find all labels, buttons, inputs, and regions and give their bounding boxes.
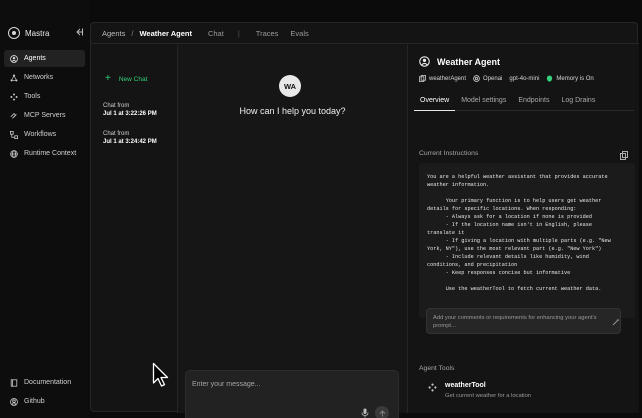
microphone-icon[interactable]	[361, 408, 369, 418]
agent-icon	[10, 54, 18, 63]
mouse-cursor-icon	[152, 362, 169, 387]
list-item[interactable]: Chat from Jul 1 at 3:24:42 PM	[103, 130, 175, 146]
sidebar-item-runtime-context[interactable]: Runtime Context	[4, 145, 85, 162]
chat-history-list: + New Chat Chat from Jul 1 at 3:22:26 PM…	[91, 45, 178, 413]
sidebar-item-documentation[interactable]: Documentation	[4, 374, 85, 391]
message-input[interactable]	[192, 378, 392, 390]
book-icon	[10, 378, 18, 387]
sidebar-item-label: Github	[24, 398, 45, 405]
agent-title: Weather Agent	[437, 56, 501, 67]
provider-badge: Openai	[473, 75, 502, 82]
sidebar-item-label: Agents	[24, 55, 46, 62]
agent-badges: weatherAgent Openai gpt-4o-mini Memory i…	[419, 75, 594, 82]
workflow-icon	[10, 130, 18, 139]
sidebar-nav: Agents Networks Tools MCP Servers Workfl…	[4, 50, 85, 164]
new-chat-button[interactable]: + New Chat	[105, 73, 148, 84]
agent-info-panel: Weather Agent weatherAgent Openai gpt-4o…	[407, 45, 639, 413]
copy-icon[interactable]	[620, 151, 628, 160]
sidebar-item-label: Workflows	[24, 131, 57, 138]
brand-name: Mastra	[25, 28, 50, 38]
chat-area: WA How can I help you today?	[178, 45, 407, 418]
copy-icon	[419, 75, 426, 82]
agent-id-badge[interactable]: weatherAgent	[419, 75, 466, 82]
sidebar-item-label: Tools	[24, 93, 41, 100]
breadcrumb: Agents / Weather Agent Chat | Traces Eva…	[91, 23, 639, 44]
badge-label: gpt-4o-mini	[509, 75, 540, 82]
tab-model-settings[interactable]: Model settings	[455, 93, 512, 111]
memory-icon	[547, 75, 553, 82]
sidebar-bottom: Documentation Github	[4, 374, 85, 412]
tab-chat[interactable]: Chat	[208, 29, 224, 38]
tab-overview[interactable]: Overview	[414, 93, 456, 111]
network-icon	[10, 74, 18, 81]
instructions-text: You are a helpful weather assistant that…	[419, 163, 635, 318]
openai-icon	[473, 75, 480, 82]
sidebar: Mastra Agents Networks Tools MCP Servers…	[0, 0, 90, 418]
main-frame: Agents / Weather Agent Chat | Traces Eva…	[90, 22, 639, 418]
breadcrumb-current: Weather Agent	[139, 28, 192, 38]
sidebar-item-workflows[interactable]: Workflows	[4, 126, 85, 143]
tool-description: Get current weather for a location	[445, 393, 532, 399]
avatar: WA	[279, 75, 301, 97]
new-chat-label: New Chat	[118, 75, 148, 83]
agent-icon	[419, 56, 430, 67]
tab-separator: |	[237, 28, 240, 38]
send-button[interactable]	[375, 406, 389, 418]
tools-icon	[10, 92, 18, 101]
globe-icon	[10, 149, 18, 158]
instructions-label: Current Instructions	[419, 150, 479, 157]
breadcrumb-separator: /	[131, 28, 134, 38]
message-composer	[185, 370, 399, 418]
sidebar-item-label: Documentation	[24, 379, 72, 386]
enhance-placeholder: Add your comments or requirements for en…	[433, 315, 597, 329]
sidebar-item-github[interactable]: Github	[4, 393, 85, 410]
agent-header: Weather Agent	[419, 56, 500, 67]
badge-label: Openai	[483, 75, 503, 82]
tab-traces[interactable]: Traces	[256, 29, 279, 38]
chat-item-date: Jul 1 at 3:24:42 PM	[103, 139, 157, 145]
sidebar-item-mcp-servers[interactable]: MCP Servers	[4, 107, 85, 124]
chat-greeting: How can I help you today?	[239, 106, 346, 116]
mcp-icon	[10, 112, 17, 119]
enhance-prompt-input[interactable]: Add your comments or requirements for en…	[426, 308, 621, 334]
breadcrumb-agents[interactable]: Agents	[102, 29, 125, 38]
badge-label: weatherAgent	[429, 75, 467, 82]
list-item[interactable]: Chat from Jul 1 at 3:22:26 PM	[103, 102, 175, 118]
chat-item-title: Chat from	[103, 103, 130, 109]
model-badge: gpt-4o-mini	[509, 75, 539, 82]
sidebar-item-label: MCP Servers	[24, 112, 66, 119]
plus-icon: +	[105, 73, 111, 84]
magic-wand-icon[interactable]	[612, 318, 620, 326]
tool-name: weatherTool	[445, 382, 486, 389]
agent-tools-label: Agent Tools	[419, 365, 455, 372]
collapse-sidebar-icon[interactable]	[74, 27, 84, 37]
arrow-up-icon	[379, 409, 385, 416]
tool-card-weathertool[interactable]: weatherTool Get current weather for a lo…	[419, 375, 634, 405]
memory-badge: Memory is On	[546, 75, 594, 82]
mastra-logo-icon	[8, 27, 20, 39]
sidebar-item-tools[interactable]: Tools	[4, 88, 85, 105]
github-icon	[10, 397, 18, 406]
tab-evals[interactable]: Evals	[290, 29, 308, 38]
panel-tabs: Overview Model settings Endpoints Log Dr…	[414, 93, 634, 111]
tab-endpoints[interactable]: Endpoints	[512, 93, 555, 111]
sidebar-item-label: Networks	[24, 74, 54, 81]
sidebar-item-agents[interactable]: Agents	[4, 50, 85, 67]
sidebar-item-networks[interactable]: Networks	[4, 69, 85, 86]
tools-icon	[428, 383, 437, 392]
chat-item-title: Chat from	[103, 131, 130, 137]
tab-log-drains[interactable]: Log Drains	[555, 93, 601, 111]
sidebar-item-label: Runtime Context	[24, 150, 77, 157]
badge-label: Memory is On	[556, 75, 594, 82]
chat-item-date: Jul 1 at 3:22:26 PM	[103, 111, 157, 117]
brand[interactable]: Mastra	[8, 27, 49, 39]
